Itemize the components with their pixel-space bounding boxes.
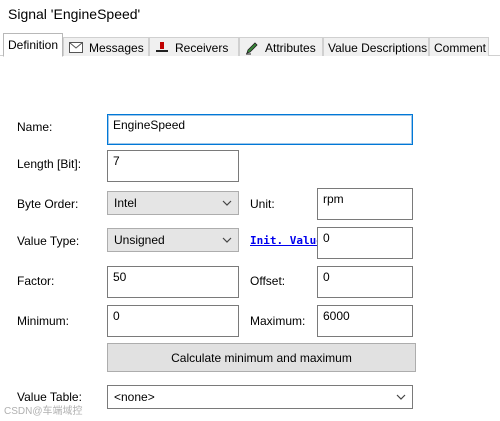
- chevron-down-icon: [396, 394, 406, 400]
- tab-receivers-label: Receivers: [175, 40, 229, 55]
- maximum-label: Maximum:: [250, 314, 306, 328]
- offset-label: Offset:: [250, 274, 286, 288]
- envelope-icon: [68, 41, 84, 55]
- factor-input[interactable]: 50: [107, 266, 239, 298]
- value-type-label: Value Type:: [17, 234, 80, 248]
- window-title: Signal 'EngineSpeed': [8, 6, 141, 22]
- init-value-link[interactable]: Init. Value: [250, 234, 318, 247]
- title-bar: Signal 'EngineSpeed': [0, 0, 500, 30]
- value-table-value: <none>: [114, 390, 155, 404]
- tab-comment-label: Comment: [434, 40, 487, 55]
- unit-input[interactable]: rpm: [317, 188, 413, 220]
- tab-definition-label: Definition: [8, 38, 59, 52]
- tab-attributes[interactable]: Attributes: [239, 37, 323, 57]
- pencil-icon: [244, 41, 260, 55]
- calculate-min-max-button[interactable]: Calculate minimum and maximum: [107, 343, 416, 372]
- tab-messages-label: Messages: [89, 40, 144, 55]
- watermark: CSDN@车端域控: [4, 406, 83, 417]
- minimum-input[interactable]: 0: [107, 305, 239, 337]
- length-label: Length [Bit]:: [17, 157, 82, 171]
- byte-order-value: Intel: [114, 196, 137, 210]
- factor-label: Factor:: [17, 274, 55, 288]
- tab-definition[interactable]: Definition: [3, 33, 63, 57]
- tab-value-descriptions-label: Value Descriptions: [328, 40, 428, 55]
- tab-attributes-label: Attributes: [265, 40, 316, 55]
- value-type-select[interactable]: Unsigned: [107, 228, 239, 252]
- length-input[interactable]: 7: [107, 150, 239, 182]
- unit-label: Unit:: [250, 197, 275, 211]
- tab-comment[interactable]: Comment: [429, 37, 489, 57]
- receiver-icon: [154, 41, 170, 55]
- tab-value-descriptions[interactable]: Value Descriptions: [323, 37, 429, 57]
- minimum-label: Minimum:: [17, 314, 70, 328]
- name-label: Name:: [17, 120, 53, 134]
- chevron-down-icon: [222, 237, 232, 243]
- maximum-input[interactable]: 6000: [317, 305, 413, 337]
- chevron-down-icon: [222, 200, 232, 206]
- name-input[interactable]: EngineSpeed: [107, 114, 413, 145]
- value-table-select[interactable]: <none>: [107, 385, 413, 409]
- offset-input[interactable]: 0: [317, 266, 413, 298]
- init-value-input[interactable]: 0: [317, 227, 413, 259]
- value-type-value: Unsigned: [114, 233, 165, 247]
- tab-messages[interactable]: Messages: [63, 37, 149, 57]
- byte-order-label: Byte Order:: [17, 197, 79, 211]
- tab-receivers[interactable]: Receivers: [149, 37, 239, 57]
- byte-order-select[interactable]: Intel: [107, 191, 239, 215]
